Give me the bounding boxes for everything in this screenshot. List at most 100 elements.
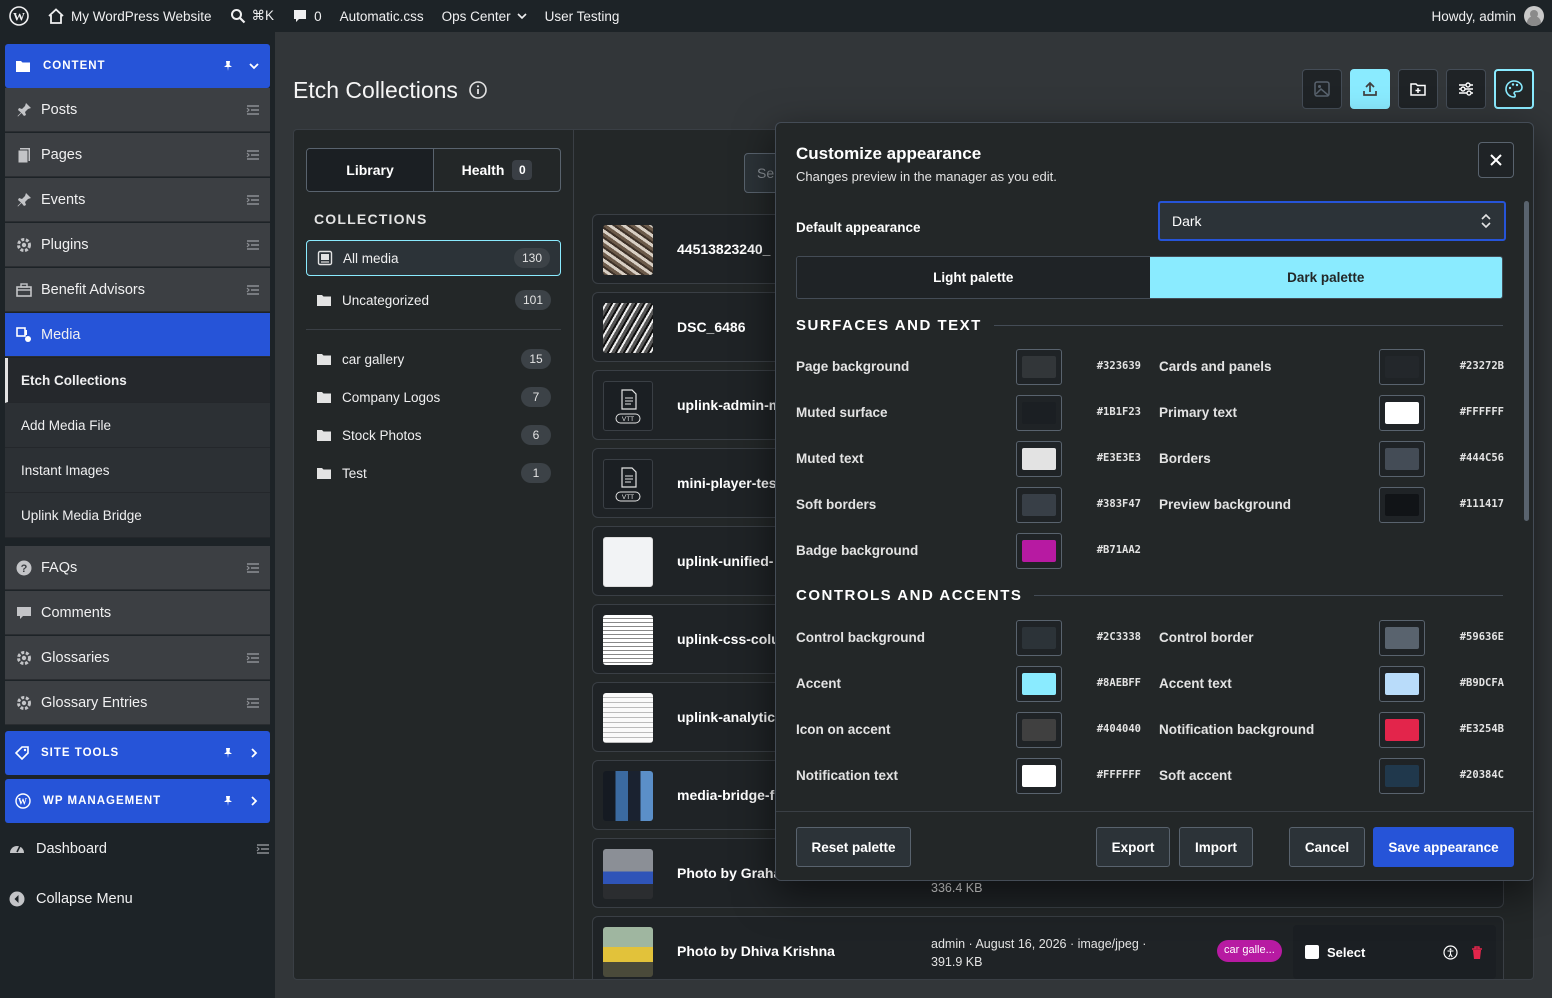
- tab-dark-palette[interactable]: Dark palette: [1149, 257, 1502, 298]
- sidebar-item-pages[interactable]: Pages: [5, 133, 270, 177]
- submenu-add-media-file[interactable]: Add Media File: [5, 403, 270, 448]
- close-dialog-button[interactable]: [1478, 142, 1514, 178]
- pin-icon[interactable]: [222, 795, 234, 807]
- collapse-menu-button[interactable]: Collapse Menu: [8, 879, 270, 919]
- comments-link[interactable]: 0: [283, 0, 331, 32]
- color-picker[interactable]: [1379, 712, 1425, 748]
- sidebar-item-faqs[interactable]: ? FAQs: [5, 546, 270, 590]
- collection-count: 7: [521, 387, 551, 407]
- sidebar-item-plugins[interactable]: Plugins: [5, 223, 270, 267]
- drag-handle-icon[interactable]: [246, 104, 260, 116]
- import-button[interactable]: Import: [1179, 827, 1253, 867]
- settings-sliders-button[interactable]: [1446, 69, 1486, 109]
- trash-icon[interactable]: [1470, 945, 1484, 960]
- media-icon: [16, 326, 31, 342]
- color-picker[interactable]: [1016, 395, 1062, 431]
- collection-stock-photos[interactable]: Stock Photos 6: [306, 417, 561, 453]
- collection-uncategorized[interactable]: Uncategorized 101: [306, 282, 561, 318]
- sidebar-item-benefit-advisors[interactable]: Benefit Advisors: [5, 268, 270, 312]
- upload-button[interactable]: [1350, 69, 1390, 109]
- account-menu[interactable]: Howdy, admin: [1431, 6, 1552, 26]
- user-testing-link[interactable]: User Testing: [536, 0, 629, 32]
- drag-handle-icon[interactable]: [246, 149, 260, 161]
- color-picker[interactable]: [1016, 533, 1062, 569]
- export-button[interactable]: Export: [1096, 827, 1170, 867]
- sidebar-item-dashboard[interactable]: Dashboard: [8, 829, 270, 869]
- collection-test[interactable]: Test 1: [306, 455, 561, 491]
- color-chip: [1022, 627, 1056, 649]
- tab-library[interactable]: Library: [307, 149, 434, 191]
- sidebar-item-glossary-entries[interactable]: Glossary Entries: [5, 681, 270, 725]
- sidebar-item-glossaries[interactable]: Glossaries: [5, 636, 270, 680]
- chevron-down-icon[interactable]: [248, 60, 260, 72]
- default-appearance-select[interactable]: Dark: [1158, 201, 1506, 241]
- appearance-palette-button[interactable]: [1494, 69, 1534, 109]
- sidebar-item-events[interactable]: Events: [5, 178, 270, 222]
- tab-light-palette[interactable]: Light palette: [797, 257, 1150, 298]
- image-view-button[interactable]: [1302, 69, 1342, 109]
- pin-icon[interactable]: [222, 60, 234, 72]
- wordpress-logo-button[interactable]: W: [0, 0, 38, 32]
- hex-value: #E3254B: [1459, 723, 1504, 735]
- media-thumbnail: [603, 537, 653, 587]
- color-picker[interactable]: [1016, 620, 1062, 656]
- submenu-etch-collections[interactable]: Etch Collections: [5, 358, 270, 403]
- chevron-right-icon[interactable]: [248, 747, 260, 759]
- search-shortcut-button[interactable]: ⌘K: [221, 0, 284, 32]
- drag-handle-icon[interactable]: [246, 697, 260, 709]
- section-heading: SURFACES AND TEXT: [796, 317, 1503, 334]
- content-group-header[interactable]: CONTENT: [5, 44, 270, 88]
- collection-tag[interactable]: car galle...: [1217, 940, 1282, 962]
- color-picker[interactable]: [1016, 712, 1062, 748]
- select-checkbox[interactable]: [1305, 945, 1319, 959]
- dialog-scrollbar[interactable]: [1524, 201, 1529, 521]
- select-row-control[interactable]: Select: [1293, 925, 1496, 979]
- sidebar-item-label: Comments: [41, 604, 112, 621]
- color-picker[interactable]: [1016, 441, 1062, 477]
- accessibility-icon[interactable]: [1443, 944, 1458, 960]
- color-picker[interactable]: [1379, 395, 1425, 431]
- media-row[interactable]: Photo by Dhiva Krishna admin · August 16…: [592, 916, 1504, 979]
- drag-handle-icon[interactable]: [246, 562, 260, 574]
- collection-company-logos[interactable]: Company Logos 7: [306, 379, 561, 415]
- reset-palette-button[interactable]: Reset palette: [796, 827, 911, 867]
- color-picker[interactable]: [1016, 758, 1062, 794]
- drag-handle-icon[interactable]: [246, 652, 260, 664]
- drag-handle-icon[interactable]: [246, 284, 260, 296]
- collection-all-media[interactable]: All media 130: [306, 240, 561, 276]
- info-icon[interactable]: [468, 80, 488, 100]
- save-appearance-button[interactable]: Save appearance: [1373, 827, 1514, 867]
- sidebar-item-comments[interactable]: Comments: [5, 591, 270, 635]
- select-label: Select: [1327, 944, 1366, 960]
- pin-icon[interactable]: [222, 747, 234, 759]
- color-picker[interactable]: [1016, 487, 1062, 523]
- automatic-css-link[interactable]: Automatic.css: [331, 0, 433, 32]
- cancel-button[interactable]: Cancel: [1289, 827, 1365, 867]
- wp-management-group-header[interactable]: W WP MANAGEMENT: [5, 779, 270, 823]
- color-picker[interactable]: [1379, 758, 1425, 794]
- site-name-link[interactable]: My WordPress Website: [38, 0, 221, 32]
- color-swatch-row: Badge background #B71AA2: [796, 533, 1141, 569]
- color-picker[interactable]: [1016, 349, 1062, 385]
- svg-text:W: W: [18, 797, 28, 807]
- sidebar-item-posts[interactable]: Posts: [5, 88, 270, 132]
- tab-health[interactable]: Health 0: [434, 149, 560, 191]
- color-picker[interactable]: [1016, 666, 1062, 702]
- sidebar-item-label: Glossaries: [41, 649, 110, 666]
- new-folder-button[interactable]: [1398, 69, 1438, 109]
- sidebar-item-media[interactable]: Media: [5, 313, 270, 357]
- color-picker[interactable]: [1379, 349, 1425, 385]
- chevron-right-icon[interactable]: [248, 795, 260, 807]
- color-picker[interactable]: [1379, 666, 1425, 702]
- ops-center-menu[interactable]: Ops Center: [433, 0, 536, 32]
- submenu-uplink-media-bridge[interactable]: Uplink Media Bridge: [5, 493, 270, 538]
- site-tools-group-header[interactable]: SITE TOOLS: [5, 731, 270, 775]
- color-picker[interactable]: [1379, 441, 1425, 477]
- drag-handle-icon[interactable]: [246, 194, 260, 206]
- color-picker[interactable]: [1379, 620, 1425, 656]
- drag-handle-icon[interactable]: [256, 843, 270, 855]
- drag-handle-icon[interactable]: [246, 239, 260, 251]
- color-picker[interactable]: [1379, 487, 1425, 523]
- collection-car-gallery[interactable]: car gallery 15: [306, 341, 561, 377]
- submenu-instant-images[interactable]: Instant Images: [5, 448, 270, 493]
